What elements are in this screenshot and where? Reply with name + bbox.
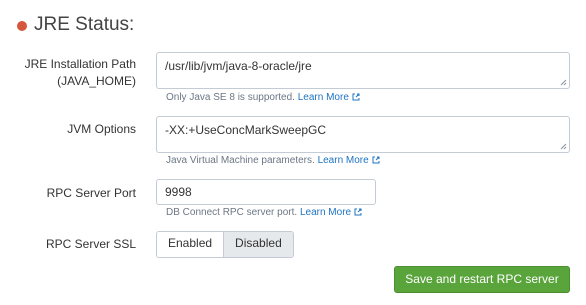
external-link-icon: [354, 208, 362, 216]
jre-path-help: Only Java SE 8 is supported. Learn More: [166, 91, 360, 104]
jre-path-help-text: Only Java SE 8 is supported.: [166, 92, 295, 103]
status-indicator-dot: [17, 21, 27, 31]
rpc-port-help-text: DB Connect RPC server port.: [166, 207, 298, 218]
ssl-disabled-button[interactable]: Disabled: [224, 232, 293, 257]
rpc-ssl-label: RPC Server SSL: [45, 237, 136, 251]
rpc-ssl-toggle-group: Enabled Disabled: [156, 231, 294, 258]
jre-path-input[interactable]: /usr/lib/jvm/java-8-oracle/jre: [156, 52, 570, 89]
resize-grip-icon[interactable]: [560, 79, 567, 86]
rpc-port-help: DB Connect RPC server port. Learn More: [166, 206, 362, 219]
jvm-options-help-text: Java Virtual Machine parameters.: [166, 155, 315, 166]
rpc-port-learn-more-link[interactable]: Learn More: [300, 207, 362, 218]
jvm-options-label: JVM Options: [67, 122, 136, 136]
external-link-icon: [372, 156, 380, 164]
rpc-port-input[interactable]: [156, 179, 376, 205]
jre-path-label: JRE Installation Path (JAVA_HOME): [25, 56, 136, 90]
rpc-port-label: RPC Server Port: [46, 186, 136, 200]
save-and-restart-button[interactable]: Save and restart RPC server: [394, 266, 570, 293]
jre-path-learn-more-link[interactable]: Learn More: [298, 92, 360, 103]
jvm-options-input[interactable]: -XX:+UseConcMarkSweepGC: [156, 116, 570, 153]
resize-grip-icon[interactable]: [560, 143, 567, 150]
jre-path-label-line1: JRE Installation Path: [24, 57, 136, 71]
jre-path-label-line2: (JAVA_HOME): [57, 74, 136, 88]
external-link-icon: [352, 93, 360, 101]
jvm-options-learn-more-link[interactable]: Learn More: [318, 155, 380, 166]
jvm-options-help: Java Virtual Machine parameters. Learn M…: [166, 154, 380, 167]
ssl-enabled-button[interactable]: Enabled: [157, 232, 225, 257]
section-title: JRE Status:: [34, 14, 135, 35]
